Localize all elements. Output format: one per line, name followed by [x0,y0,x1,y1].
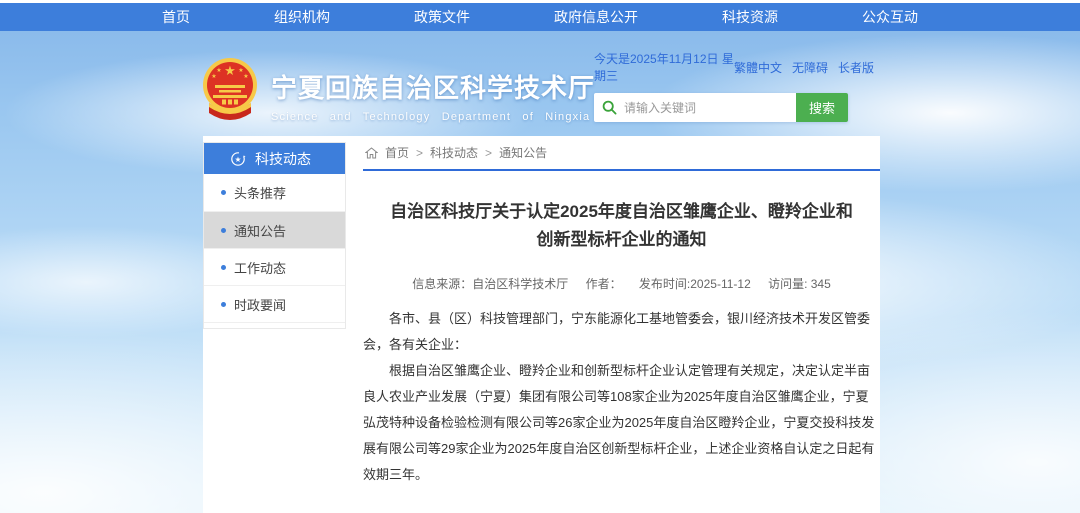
sidebar-item-label: 工作动态 [234,258,286,277]
nav-item-policy[interactable]: 政策文件 [414,7,470,27]
search-bar: 搜索 [594,93,848,122]
article-meta: 信息来源：自治区科学技术厅 作者： 发布时间:2025-11-12 访问量: 3… [363,275,880,292]
bullet-dot-icon [221,265,226,270]
article-area: 首页 > 科技动态 > 通知公告 自治区科技厅关于认定2025年度自治区雏鹰企业… [363,136,880,513]
search-input[interactable] [624,93,796,122]
search-button[interactable]: 搜索 [796,93,848,122]
home-icon [365,147,378,159]
link-elder-version[interactable]: 长者版 [838,59,874,76]
link-traditional-chinese[interactable]: 繁體中文 [734,59,782,76]
bullet-dot-icon [221,228,226,233]
breadcrumb-current[interactable]: 通知公告 [499,144,547,161]
sidebar-item-political-news[interactable]: 时政要闻 [204,285,345,322]
link-accessibility[interactable]: 无障碍 [792,59,828,76]
site-subtitle: Science and Technology Department of Nin… [271,111,595,123]
svg-text:★: ★ [216,67,221,74]
sidebar-title: 科技动态 [255,149,311,169]
sidebar-item-label: 通知公告 [234,221,286,240]
article-body: 各市、县（区）科技管理部门，宁东能源化工基地管委会，银川经济技术开发区管委会，各… [363,306,880,488]
nav-item-interaction[interactable]: 公众互动 [862,7,918,27]
bullet-dot-icon [221,190,226,195]
sidebar-footer [204,322,345,328]
nav-item-organization[interactable]: 组织机构 [274,7,330,27]
svg-text:★: ★ [224,63,236,78]
svg-text:★: ★ [211,73,216,80]
meta-source: 信息来源：自治区科学技术厅 [412,277,568,291]
nav-item-gov-info[interactable]: 政府信息公开 [554,7,638,27]
meta-visits: 访问量: 345 [768,277,831,291]
header-right: 今天是2025年11月12日 星期三 繁體中文 无障碍 长者版 搜索 [594,50,874,122]
breadcrumb-home[interactable]: 首页 [385,144,409,161]
search-icon [594,93,624,122]
header-meta-row: 今天是2025年11月12日 星期三 繁體中文 无障碍 长者版 [594,50,874,84]
sidebar: ★ 科技动态 头条推荐 通知公告 工作动态 时政要闻 [203,142,346,329]
sidebar-header: ★ 科技动态 [204,143,345,174]
national-emblem-logo[interactable]: ★ ★ ★ ★ ★ [199,57,261,123]
site-title-block: 宁夏回族自治区科学技术厅 Science and Technology Depa… [271,68,595,123]
national-emblem-icon: ★ ★ ★ ★ ★ [199,57,261,123]
breadcrumb-separator: > [416,146,423,160]
main-nav: 首页 组织机构 政策文件 政府信息公开 科技资源 公众互动 [0,3,1080,31]
body-paragraph: 各市、县（区）科技管理部门，宁东能源化工基地管委会，银川经济技术开发区管委会，各… [363,306,880,358]
current-date: 今天是2025年11月12日 星期三 [594,50,734,84]
content-wrapper: ★ 科技动态 头条推荐 通知公告 工作动态 时政要闻 [203,136,880,513]
svg-text:★: ★ [235,155,242,164]
bullet-dot-icon [221,302,226,307]
svg-text:★: ★ [238,67,243,74]
breadcrumb-section[interactable]: 科技动态 [430,144,478,161]
breadcrumb-separator: > [485,146,492,160]
sidebar-item-label: 头条推荐 [234,183,286,202]
sidebar-item-notices[interactable]: 通知公告 [204,211,345,248]
article-title: 自治区科技厅关于认定2025年度自治区雏鹰企业、瞪羚企业和创新型标杆企业的通知 [383,198,861,254]
science-dynamics-icon: ★ [230,151,246,167]
body-paragraph: 根据自治区雏鹰企业、瞪羚企业和创新型标杆企业认定管理有关规定，决定认定半亩良人农… [363,358,880,488]
page: 首页 组织机构 政策文件 政府信息公开 科技资源 公众互动 ★ ★ ★ ★ ★ … [0,0,1080,513]
meta-author: 作者： [586,277,622,291]
meta-publish-time: 发布时间:2025-11-12 [639,277,751,291]
sidebar-item-work-dynamics[interactable]: 工作动态 [204,248,345,285]
nav-item-home[interactable]: 首页 [162,7,190,27]
header-links: 繁體中文 无障碍 长者版 [734,59,874,76]
sidebar-item-label: 时政要闻 [234,295,286,314]
nav-item-resources[interactable]: 科技资源 [722,7,778,27]
site-title: 宁夏回族自治区科学技术厅 [271,68,595,105]
svg-text:★: ★ [243,73,248,80]
breadcrumb: 首页 > 科技动态 > 通知公告 [363,136,880,171]
sidebar-item-headlines[interactable]: 头条推荐 [204,174,345,211]
